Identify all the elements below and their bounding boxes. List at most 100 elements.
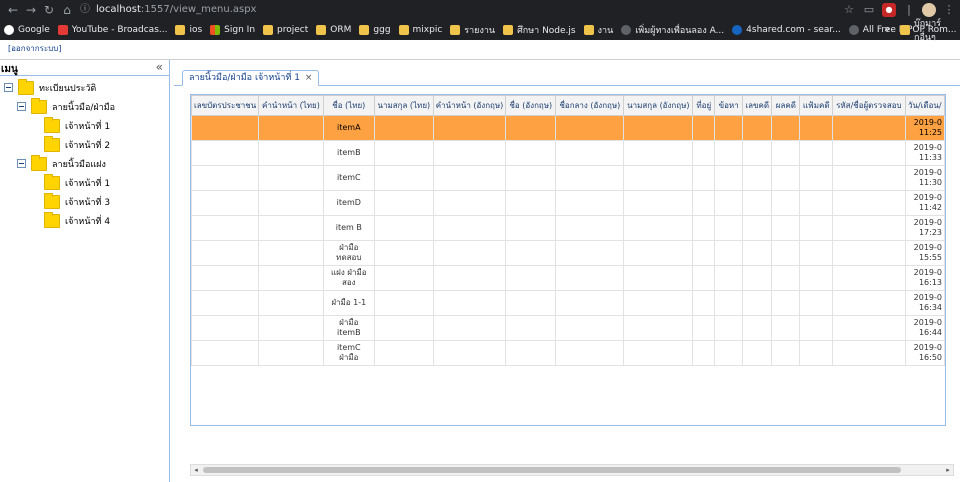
tree-item[interactable]: เจ้าหน้าที่ 4 <box>44 211 110 230</box>
bookmark-item[interactable]: รายงาน <box>446 20 499 40</box>
table-cell <box>258 265 324 291</box>
tree-item[interactable]: เจ้าหน้าที่ 1 <box>44 116 110 135</box>
table-cell <box>692 265 716 291</box>
table-cell <box>373 190 434 216</box>
table-cell <box>191 215 260 241</box>
bookmark-item[interactable]: งาน <box>580 20 618 40</box>
table-cell <box>714 290 744 316</box>
table-cell <box>432 290 507 316</box>
bookmark-item[interactable]: Sign In <box>206 20 259 40</box>
bookmark-label: ggg <box>373 25 391 35</box>
name-cell-text: item B <box>335 223 362 232</box>
collapse-toggle-icon[interactable] <box>17 102 26 111</box>
table-cell <box>832 290 906 316</box>
table-cell <box>799 315 834 341</box>
table-cell <box>373 215 434 241</box>
table-cell <box>258 340 324 366</box>
reload-icon[interactable]: ↻ <box>42 3 56 17</box>
table-cell <box>799 140 834 166</box>
table-cell <box>555 215 625 241</box>
home-icon[interactable]: ⌂ <box>60 3 74 17</box>
column-header[interactable]: เลขคดี <box>742 95 773 116</box>
info-icon[interactable]: ⓘ <box>80 4 90 15</box>
time-text: 15:55 <box>918 253 942 262</box>
name-cell-text: ฝ่ามือ ทดสอบ <box>336 243 362 262</box>
tree-item[interactable]: เจ้าหน้าที่ 2 <box>44 135 110 154</box>
folder-icon <box>503 25 514 35</box>
time-text: 16:44 <box>918 328 942 337</box>
horizontal-scrollbar[interactable]: ◂ ▸ <box>190 464 954 476</box>
table-row[interactable]: ฝ่ามือ ทดสอบ 2019-0 15:55 <box>191 240 945 266</box>
table-cell <box>771 140 801 166</box>
column-header[interactable]: คำนำหน้า (อังกฤษ) <box>432 95 507 116</box>
tree-item-label: ลายนิ้วมือแฝง <box>52 159 106 170</box>
column-header[interactable]: แฟ้มคดี <box>799 95 834 116</box>
table-row[interactable]: ฝ่ามือ 1-1 2019-0 16:34 <box>191 290 945 316</box>
column-header[interactable]: นามสกุล (อังกฤษ) <box>623 95 694 116</box>
column-header[interactable]: รหัส/ชื่อผู้ตรวจสอบ <box>832 95 906 116</box>
table-cell <box>258 315 324 341</box>
address-bar[interactable]: ⓘ localhost:1557/view_menu.aspx <box>80 2 840 18</box>
table-cell <box>258 290 324 316</box>
column-header[interactable]: ผลคดี <box>771 95 801 116</box>
bookmark-item[interactable]: ios <box>171 20 206 40</box>
column-header[interactable]: ข้อหา <box>714 95 744 116</box>
bookmark-item[interactable]: 4shared.com - sear... <box>728 20 845 40</box>
table-cell <box>832 190 906 216</box>
cast-icon[interactable]: ▭ <box>862 3 876 17</box>
column-header[interactable]: วัน/เดือน/ <box>904 95 945 116</box>
tree-item[interactable]: เจ้าหน้าที่ 1 <box>44 173 110 192</box>
table-cell <box>258 215 324 241</box>
tree-item[interactable]: ทะเบียนประวัติ <box>4 78 96 97</box>
other-bookmarks[interactable]: บุ๊กมาร์กอื่นๆ <box>896 19 960 43</box>
bookmark-item[interactable]: เพิ่มผู้ทางเพื่อนลอง A... <box>617 20 728 40</box>
column-header[interactable]: เลขบัตรประชาชน <box>191 95 260 116</box>
bookmark-item[interactable]: mixpic <box>395 20 447 40</box>
tree-item[interactable]: เจ้าหน้าที่ 3 <box>44 192 110 211</box>
bookmark-item[interactable]: ggg <box>355 20 394 40</box>
table-row[interactable]: itemB 2019-0 11:33 <box>191 140 945 166</box>
table-row[interactable]: แฝง ฝ่ามือ สอง 2019-0 16:13 <box>191 265 945 291</box>
bookmarks-overflow-icon[interactable]: » <box>884 20 890 40</box>
table-row[interactable]: itemC ฝ่ามือ 2019-0 16:50 <box>191 340 945 366</box>
bookmark-item[interactable]: YouTube - Broadcas... <box>54 20 172 40</box>
forward-icon[interactable]: → <box>24 3 38 17</box>
table-row[interactable]: item B 2019-0 17:23 <box>191 215 945 241</box>
close-icon[interactable]: × <box>305 73 313 83</box>
tree-item[interactable]: ลายนิ้วมือ/ฝ่ามือ <box>17 97 115 116</box>
bookmark-item[interactable]: ORM <box>312 20 355 40</box>
folder-icon <box>44 135 60 152</box>
scroll-right-icon[interactable]: ▸ <box>943 465 953 475</box>
table-row[interactable]: itemD 2019-0 11:42 <box>191 190 945 216</box>
collapse-toggle-icon[interactable] <box>17 159 26 168</box>
star-icon[interactable]: ☆ <box>842 3 856 17</box>
table-row[interactable]: itemA 2019-0 11:25 <box>191 115 945 141</box>
table-cell <box>373 265 434 291</box>
table-row[interactable]: itemC 2019-0 11:30 <box>191 165 945 191</box>
tree-item[interactable]: ลายนิ้วมือแฝง <box>17 154 106 173</box>
menu-icon[interactable]: ⋮ <box>942 3 956 17</box>
scroll-thumb[interactable] <box>203 467 901 473</box>
column-header[interactable]: ที่อยู่ <box>692 95 716 116</box>
column-header[interactable]: นามสกุล (ไทย) <box>373 95 434 116</box>
collapse-toggle-icon[interactable] <box>4 83 13 92</box>
extension-icon[interactable]: ● <box>882 3 896 17</box>
tab-fingerprint-officer-1[interactable]: ลายนิ้วมือ/ฝ่ามือ เจ้าหน้าที่ 1 × <box>182 70 320 86</box>
bookmark-item[interactable]: Google <box>0 20 54 40</box>
column-header[interactable]: ชื่อกลาง (อังกฤษ) <box>555 95 625 116</box>
table-cell <box>714 240 744 266</box>
scroll-left-icon[interactable]: ◂ <box>191 465 201 475</box>
table-row[interactable]: ฝ่ามือ itemB 2019-0 16:44 <box>191 315 945 341</box>
table-cell <box>623 115 694 141</box>
column-header[interactable]: ชื่อ (อังกฤษ) <box>505 95 557 116</box>
bookmark-item[interactable]: project <box>259 20 312 40</box>
column-header[interactable]: ชื่อ (ไทย) <box>322 95 375 116</box>
column-header[interactable]: คำนำหน้า (ไทย) <box>258 95 324 116</box>
back-icon[interactable]: ← <box>6 3 20 17</box>
table-cell: itemC <box>322 165 375 191</box>
collapse-icon[interactable]: « <box>156 60 163 74</box>
bookmark-item[interactable]: ศึกษา Node.js <box>499 20 580 40</box>
avatar[interactable] <box>922 3 936 17</box>
date-text: 2019-0 <box>913 193 942 202</box>
table-cell <box>714 215 744 241</box>
